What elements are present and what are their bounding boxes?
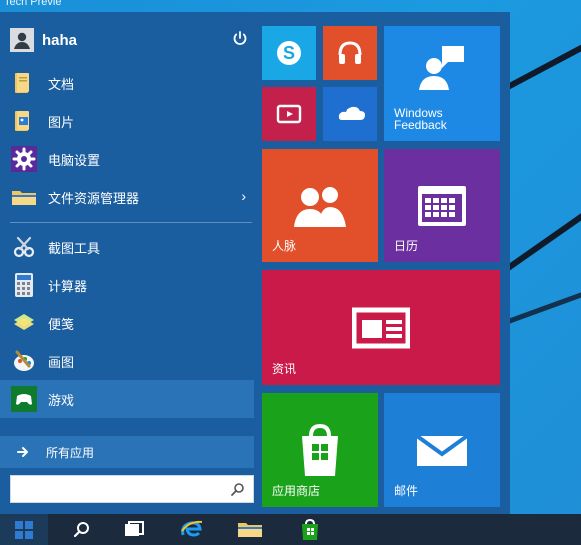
wallpaper-stroke: [500, 195, 581, 275]
svg-text:S: S: [283, 43, 295, 63]
tile-store[interactable]: 应用商店: [262, 393, 378, 507]
taskbar-search-button[interactable]: [62, 514, 102, 545]
menu-item-file-explorer[interactable]: 文件资源管理器 ›: [0, 178, 254, 216]
power-icon: [233, 31, 247, 45]
internet-explorer-button[interactable]: [172, 514, 212, 545]
internet-explorer-icon: [181, 520, 203, 537]
menu-item-games[interactable]: 游戏: [0, 380, 254, 418]
calculator-icon: [10, 271, 38, 299]
paint-icon: [10, 347, 38, 375]
menu-item-label: 文件资源管理器: [48, 190, 140, 206]
sticky-notes-icon: [10, 309, 38, 337]
search-icon[interactable]: [230, 482, 246, 498]
menu-item-sticky-notes[interactable]: 便笺: [0, 304, 254, 342]
menu-item-label: 游戏: [48, 392, 75, 408]
tile-music[interactable]: [323, 26, 377, 80]
store-button[interactable]: [290, 514, 330, 545]
power-button[interactable]: [230, 28, 250, 48]
submenu-chevron-icon[interactable]: ›: [241, 188, 246, 204]
menu-item-label: 图片: [48, 114, 75, 130]
games-icon: [10, 385, 38, 413]
search-input[interactable]: [19, 480, 223, 500]
video-icon: [262, 87, 316, 141]
start-button[interactable]: [0, 514, 48, 545]
all-apps-button[interactable]: 所有应用: [0, 436, 254, 468]
start-tiles: S Windows Feedback 人脉 日历 资讯 应用商店 邮件: [254, 12, 510, 514]
user-name: haha: [42, 31, 78, 49]
user-account[interactable]: haha: [10, 26, 77, 54]
menu-item-pictures[interactable]: 图片: [0, 102, 254, 140]
arrow-right-icon: [12, 441, 34, 463]
all-apps-label: 所有应用: [46, 445, 95, 460]
user-avatar-icon: [10, 28, 34, 52]
news-icon: [262, 270, 500, 385]
folder-pictures-icon: [10, 107, 38, 135]
menu-item-label: 截图工具: [48, 240, 101, 256]
file-explorer-icon: [238, 522, 262, 537]
skype-icon: S: [262, 26, 316, 80]
menu-item-documents[interactable]: 文档: [0, 64, 254, 102]
menu-divider: [10, 222, 252, 223]
file-explorer-icon: [10, 183, 38, 211]
tile-calendar[interactable]: 日历: [384, 149, 500, 262]
tile-people[interactable]: 人脉: [262, 149, 378, 262]
start-menu: haha 文档 图片 电脑设置 文件资源管理器 › 截图工具 计算器 便笺 画图…: [0, 12, 510, 514]
onedrive-cloud-icon: [323, 87, 377, 141]
menu-item-label: 文档: [48, 76, 75, 92]
gear-settings-icon: [10, 145, 38, 173]
taskbar: [0, 514, 581, 545]
menu-item-calculator[interactable]: 计算器: [0, 266, 254, 304]
menu-item-label: 电脑设置: [48, 152, 101, 168]
window-title-strip: Tech Previe: [0, 0, 581, 12]
tile-windows-feedback[interactable]: Windows Feedback: [384, 26, 500, 141]
task-view-button[interactable]: [114, 514, 154, 545]
menu-item-snipping-tool[interactable]: 截图工具: [0, 228, 254, 266]
file-explorer-button[interactable]: [230, 514, 270, 545]
headphones-icon: [323, 26, 377, 80]
wallpaper-stroke: [505, 278, 581, 325]
tile-label: 人脉: [272, 239, 297, 253]
menu-item-pc-settings[interactable]: 电脑设置: [0, 140, 254, 178]
tile-mail[interactable]: 邮件: [384, 393, 500, 507]
tile-label: 日历: [394, 239, 419, 253]
folder-documents-icon: [10, 69, 38, 97]
snipping-tool-icon: [10, 233, 38, 261]
menu-item-label: 便笺: [48, 316, 75, 332]
windows-logo-icon: [15, 520, 33, 539]
menu-item-paint[interactable]: 画图: [0, 342, 254, 380]
tile-label: 邮件: [394, 484, 419, 498]
tile-skype[interactable]: S: [262, 26, 316, 80]
tile-label: 应用商店: [272, 484, 321, 498]
search-icon: [73, 521, 89, 537]
tile-onedrive[interactable]: [323, 87, 377, 141]
tile-label: 资讯: [272, 362, 297, 376]
start-search-box[interactable]: [10, 475, 254, 503]
start-left-pane: haha 文档 图片 电脑设置 文件资源管理器 › 截图工具 计算器 便笺 画图…: [0, 12, 254, 514]
window-title-text: Tech Previe: [4, 0, 62, 8]
store-bag-icon: [302, 518, 318, 540]
menu-item-label: 计算器: [48, 278, 88, 294]
menu-item-label: 画图: [48, 354, 75, 370]
tile-news[interactable]: 资讯: [262, 270, 500, 385]
task-view-icon: [125, 520, 144, 536]
tile-label: Windows Feedback: [394, 106, 447, 132]
tile-video[interactable]: [262, 87, 316, 141]
